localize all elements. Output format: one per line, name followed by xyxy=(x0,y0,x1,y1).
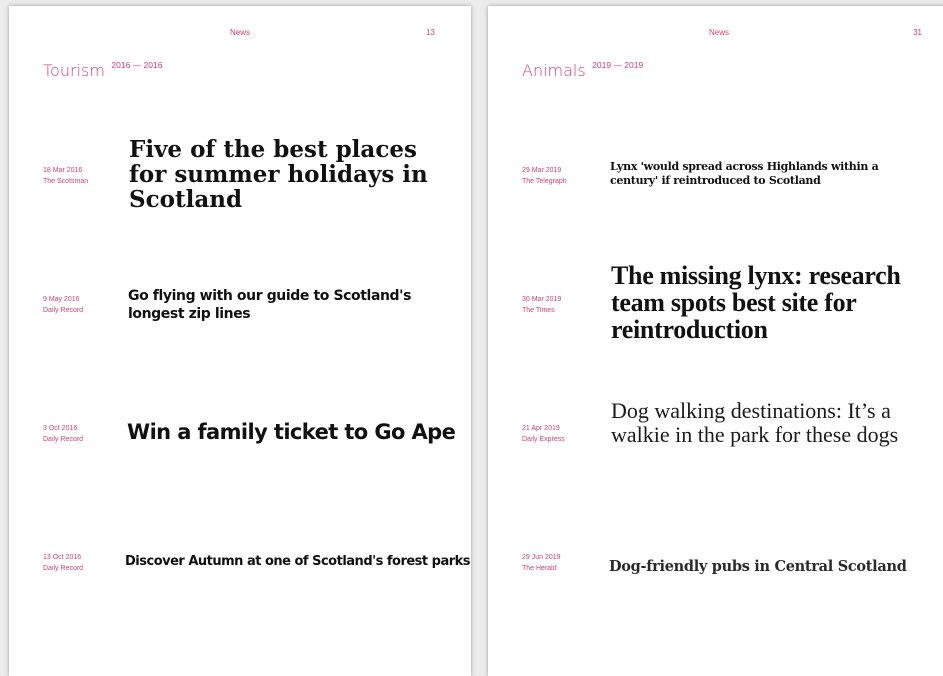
article-headline[interactable]: Five of the best places for summer holid… xyxy=(129,137,449,212)
section-heading: Tourism 2016 — 2016 xyxy=(43,60,163,81)
article-meta: 3 Oct 2016 Daily Record xyxy=(43,423,83,445)
article-headline[interactable]: Dog-friendly pubs in Central Scotland xyxy=(609,557,939,577)
article-source: The Telegraph xyxy=(522,178,567,185)
article-meta: 29 Jun 2019 The Herald xyxy=(522,552,561,574)
article-meta: 29 Mar 2019 The Telegraph xyxy=(522,165,567,187)
article-source: Daily Record xyxy=(43,565,84,572)
article-source: The Times xyxy=(522,307,555,314)
page-number: 13 xyxy=(426,28,435,37)
article-date: 3 Oct 2016 xyxy=(43,425,78,432)
page-number: 31 xyxy=(913,28,922,37)
article-date: 13 Oct 2016 xyxy=(43,554,82,561)
section-title: Tourism xyxy=(43,61,105,80)
article-source: Daily Express xyxy=(522,436,565,443)
running-title: News xyxy=(708,28,729,37)
running-title: News xyxy=(229,28,250,37)
article-headline[interactable]: Win a family ticket to Go Ape xyxy=(127,419,457,445)
article-date: 9 May 2016 xyxy=(43,296,80,303)
article-meta: 21 Apr 2019 Daily Express xyxy=(522,423,565,445)
article-date: 21 Apr 2019 xyxy=(522,425,560,432)
section-date-range: 2016 — 2016 xyxy=(111,60,163,70)
article-date: 30 Mar 2019 xyxy=(522,296,562,303)
section-heading: Animals 2019 — 2019 xyxy=(522,60,644,81)
article-meta: 13 Oct 2016 Daily Record xyxy=(43,552,83,574)
article-headline[interactable]: Lynx 'would spread across Highlands with… xyxy=(610,160,920,188)
section-date-range: 2019 — 2019 xyxy=(592,60,644,70)
article-date: 29 Mar 2019 xyxy=(522,167,562,174)
article-headline[interactable]: Go flying with our guide to Scotland's l… xyxy=(128,287,448,323)
article-meta: 30 Mar 2019 The Times xyxy=(522,294,561,316)
article-source: Daily Record xyxy=(43,307,84,314)
article-source: The Herald xyxy=(522,565,557,572)
page-right: News 31 Animals 2019 — 2019 29 Mar 2019 … xyxy=(488,6,943,676)
article-source: Daily Record xyxy=(43,436,84,443)
article-date: 18 Mar 2016 xyxy=(43,167,83,174)
article-date: 29 Jun 2019 xyxy=(522,554,561,561)
article-meta: 18 Mar 2016 The Scotsman xyxy=(43,165,88,187)
article-meta: 9 May 2016 Daily Record xyxy=(43,294,83,316)
section-title: Animals xyxy=(522,61,586,80)
article-headline[interactable]: The missing lynx: research team spots be… xyxy=(611,262,921,343)
page-left: News 13 Tourism 2016 — 2016 18 Mar 2016 … xyxy=(9,6,471,676)
article-source: The Scotsman xyxy=(43,178,89,185)
article-headline[interactable]: Dog walking destinations: It’s a walkie … xyxy=(611,399,926,447)
article-headline[interactable]: Discover Autumn at one of Scotland's for… xyxy=(125,553,471,571)
